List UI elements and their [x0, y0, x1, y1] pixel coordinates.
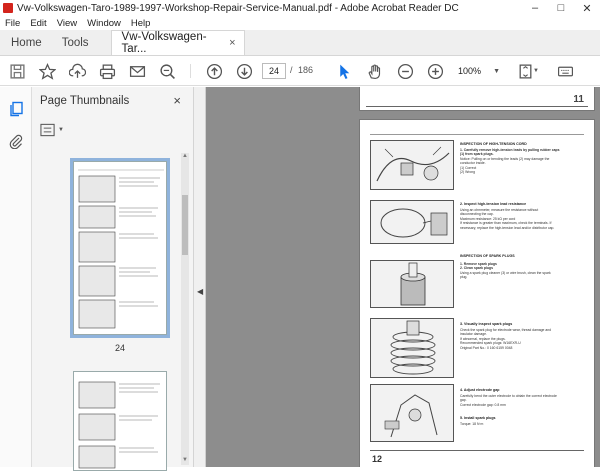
- tab-document-label: Vw-Volkswagen-Tar...: [121, 31, 207, 55]
- thumbnail-page-24-preview: [78, 169, 164, 329]
- current-page-input[interactable]: 24: [262, 63, 286, 79]
- section-title: 2. Inspect high-tension lead resistance: [460, 202, 527, 206]
- page-number-top: 11: [573, 94, 584, 105]
- tab-home[interactable]: Home: [0, 30, 52, 55]
- figure-electrode-gap: [370, 384, 454, 442]
- print-icon[interactable]: [98, 62, 116, 80]
- section-title: 4. Adjust electrode gap: [460, 388, 500, 392]
- page-separator: /: [290, 65, 293, 75]
- thumbnail-page-24[interactable]: [70, 158, 170, 338]
- cursor-arrow-icon[interactable]: [335, 62, 353, 80]
- page-thumbnails-icon[interactable]: [8, 101, 24, 117]
- panel-collapse-handle[interactable]: ◀: [194, 87, 206, 467]
- window-title: Vw-Volkswagen-Taro-1989-1997-Workshop-Re…: [17, 2, 459, 14]
- minimize-icon[interactable]: –: [522, 0, 548, 16]
- pdf-page-previous: 11: [359, 87, 595, 111]
- title-bar: Vw-Volkswagen-Taro-1989-1997-Workshop-Re…: [0, 0, 600, 16]
- upload-icon[interactable]: [68, 62, 86, 80]
- menu-bar: File Edit View Window Help: [0, 16, 600, 30]
- zoom-value: 100%: [458, 66, 482, 76]
- thumbnail-page-label: 24: [114, 343, 125, 353]
- text-line: plug.: [460, 275, 468, 280]
- page-number-bottom: 12: [372, 454, 383, 464]
- thumbnail-page-25[interactable]: [73, 371, 167, 471]
- toolbar: 24 / 186 100% ▼ ▼: [0, 56, 600, 86]
- page-header-rule: [370, 134, 584, 135]
- document-view[interactable]: 11 INSPECTION OF HIGH-TENSION CORD 1. Ca…: [206, 87, 600, 467]
- chevron-down-icon: ▼: [493, 67, 500, 75]
- section-text: Torque: 18 N·m: [460, 422, 586, 426]
- scroll-up-icon[interactable]: ▲: [181, 153, 189, 161]
- thumbnails-scrollbar[interactable]: ▲ ▼: [181, 153, 189, 465]
- thumbnails-panel: Page Thumbnails × ▼ ▲ ▼ 24: [32, 87, 194, 471]
- text-line: necessary, replace the high-tension lead…: [460, 225, 555, 230]
- maximize-icon[interactable]: □: [548, 0, 574, 16]
- tab-document[interactable]: Vw-Volkswagen-Tar... ×: [110, 30, 245, 55]
- section-title: INSPECTION OF SPARK PLUGS: [460, 254, 515, 258]
- chevron-down-icon[interactable]: ▼: [532, 62, 540, 80]
- menu-edit[interactable]: Edit: [25, 18, 51, 29]
- section-title: 3. Visually inspect spark plugs: [460, 322, 513, 326]
- search-zoom-icon[interactable]: [158, 62, 176, 80]
- mail-icon[interactable]: [128, 62, 146, 80]
- menu-file[interactable]: File: [0, 18, 25, 29]
- close-tab-icon[interactable]: ×: [229, 37, 235, 49]
- close-window-icon[interactable]: ✕: [574, 0, 600, 16]
- attachment-icon[interactable]: [8, 133, 24, 150]
- text-line: Original Part No.: 0 160 6159 0048: [460, 345, 513, 350]
- menu-window[interactable]: Window: [82, 18, 126, 29]
- thumbnails-panel-title: Page Thumbnails: [40, 95, 130, 107]
- zoom-select[interactable]: 100% ▼: [455, 62, 503, 80]
- zoom-out-icon[interactable]: [396, 62, 414, 80]
- thumbnail-options-button[interactable]: ▼: [40, 123, 64, 137]
- chevron-down-icon: ▼: [58, 127, 64, 133]
- text-line: Torque: 18 N·m: [460, 422, 484, 426]
- toolbar-divider: [190, 64, 191, 78]
- menu-view[interactable]: View: [52, 18, 82, 29]
- figure-spark-plug-cleaner: [370, 260, 454, 308]
- menu-help[interactable]: Help: [126, 18, 156, 29]
- thumbnail-page-25-preview: [78, 381, 160, 469]
- figure-ohmmeter-check: [370, 200, 454, 244]
- total-pages: 186: [298, 65, 314, 75]
- tab-bar: Home Tools Vw-Volkswagen-Tar... ×: [0, 30, 600, 56]
- section-text: Check the spark plug for electrode wear,…: [460, 328, 586, 350]
- section-text: Using an ohmmeter, measure the resistanc…: [460, 208, 586, 230]
- hand-icon[interactable]: [365, 62, 383, 80]
- section-text: Carefully bend the outer electrode to ob…: [460, 394, 586, 407]
- chevron-left-icon: ◀: [197, 287, 204, 296]
- close-panel-icon[interactable]: ×: [173, 93, 181, 108]
- figure-spark-plug-inspection: [370, 318, 454, 378]
- left-rail: [0, 87, 32, 467]
- page-rule: [366, 106, 588, 107]
- scrollbar-thumb[interactable]: [182, 195, 188, 255]
- section-text: 1. Carefully remove high-tension leads b…: [460, 148, 586, 174]
- page-down-icon[interactable]: [235, 62, 253, 80]
- page-footer-rule: [370, 450, 584, 451]
- page-up-icon[interactable]: [205, 62, 223, 80]
- figure-high-tension-leads: [370, 140, 454, 190]
- section-text: 1. Remove spark plugs 2. Clean spark plu…: [460, 262, 586, 280]
- pdf-page-current: INSPECTION OF HIGH-TENSION CORD 1. Caref…: [359, 119, 595, 467]
- zoom-in-icon[interactable]: [426, 62, 444, 80]
- options-list-icon: [40, 123, 55, 137]
- acrobat-app-icon: [3, 3, 13, 13]
- section-title: INSPECTION OF HIGH-TENSION CORD: [460, 142, 527, 146]
- save-icon[interactable]: [8, 62, 26, 80]
- keyboard-icon[interactable]: [556, 62, 574, 80]
- text-line: (2) Wrong: [460, 170, 476, 175]
- text-line: Correct electrode gap: 0.8 mm: [460, 402, 506, 407]
- scroll-down-icon[interactable]: ▼: [181, 457, 189, 465]
- tab-tools[interactable]: Tools: [52, 30, 99, 55]
- star-icon[interactable]: [38, 62, 56, 80]
- section-title: 5. Install spark plugs: [460, 416, 496, 420]
